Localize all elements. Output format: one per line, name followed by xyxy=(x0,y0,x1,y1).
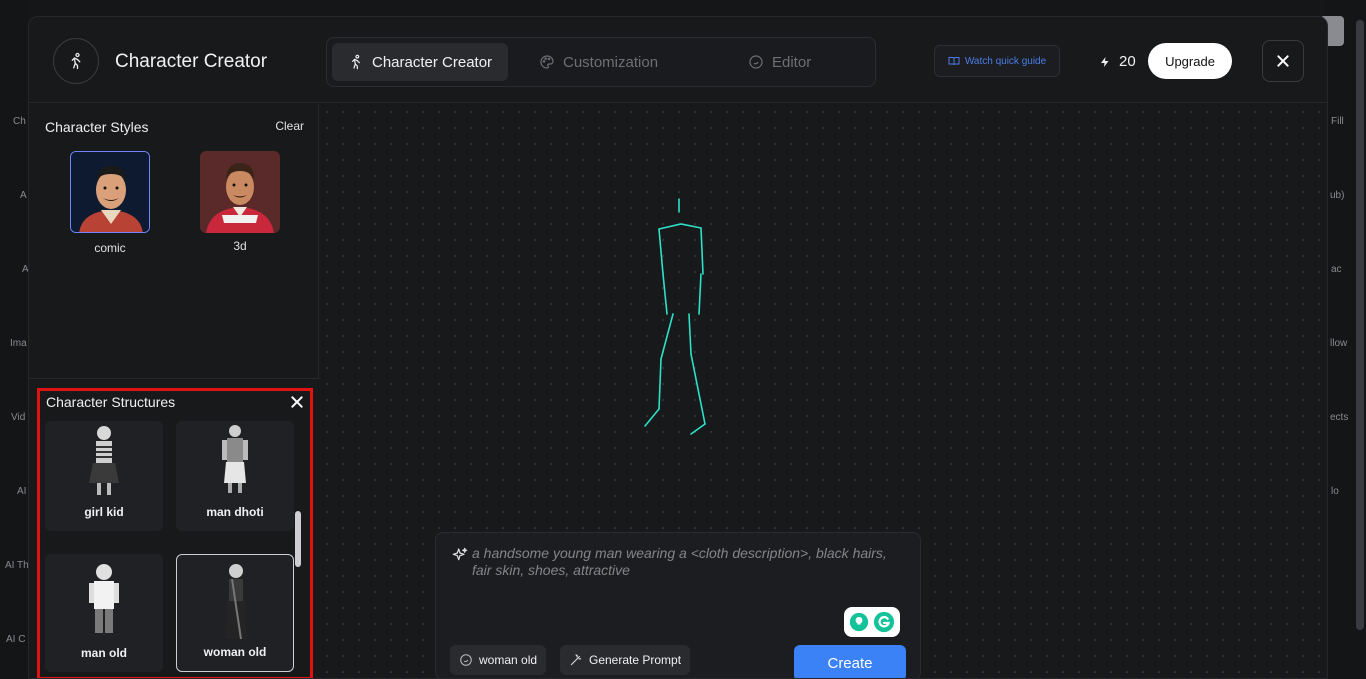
upgrade-button[interactable]: Upgrade xyxy=(1148,43,1232,79)
bg-right-label: ects xyxy=(1330,412,1349,423)
structure-label: woman old xyxy=(203,645,267,659)
close-icon xyxy=(1277,55,1289,67)
man-dhoti-figure xyxy=(222,425,248,493)
structure-label: man old xyxy=(80,646,127,660)
close-modal-button[interactable] xyxy=(1262,40,1304,82)
structure-card-woman-old[interactable]: woman old xyxy=(176,554,294,672)
close-icon xyxy=(291,396,303,408)
running-figure-icon xyxy=(352,54,360,70)
magic-wand-icon xyxy=(570,654,582,666)
style-label-3d: 3d xyxy=(233,239,247,253)
sparkle-icon xyxy=(452,547,468,561)
tab-customization[interactable]: Customization xyxy=(523,43,674,81)
structure-label: girl kid xyxy=(84,505,124,519)
watch-quick-guide-button[interactable]: Watch quick guide xyxy=(934,45,1060,77)
bg-right-label: llow xyxy=(1330,338,1348,349)
structure-card-man-dhoti[interactable]: man dhoti xyxy=(176,421,294,531)
grammarly-widget[interactable] xyxy=(844,607,900,637)
structures-scrollbar[interactable] xyxy=(295,511,301,567)
close-structures-button[interactable] xyxy=(290,395,304,414)
woman-old-figure xyxy=(225,564,247,640)
generate-prompt-label: Generate Prompt xyxy=(589,653,682,667)
style-card-comic[interactable] xyxy=(70,151,150,233)
comic-style-thumbnail xyxy=(71,152,149,232)
structure-chip-icon xyxy=(460,654,472,666)
left-panel: Character Styles Clear comic 3d Characte… xyxy=(29,104,319,678)
editor-icon xyxy=(749,55,763,69)
character-creator-modal: Character Creator Character Creator Cust… xyxy=(28,16,1328,679)
pose-skeleton[interactable] xyxy=(629,194,729,454)
structure-card-man-old[interactable]: man old xyxy=(45,554,163,672)
page-scrollbar[interactable] xyxy=(1356,20,1364,630)
structure-label: man dhoti xyxy=(206,505,264,519)
mode-tabs: Character Creator Customization Editor xyxy=(326,37,876,87)
style-card-3d[interactable] xyxy=(200,151,280,233)
bg-sidebar-label: AI C xyxy=(6,634,26,645)
modal-title: Character Creator xyxy=(115,51,268,72)
tab-label: Customization xyxy=(563,53,659,71)
structure-card-girl-kid[interactable]: girl kid xyxy=(45,421,163,531)
character-styles-title: Character Styles xyxy=(45,119,149,135)
tab-label: Character Creator xyxy=(372,53,493,71)
character-structures-title: Character Structures xyxy=(46,394,176,410)
credits-counter: 20 xyxy=(1099,53,1136,70)
modal-header: Character Creator Character Creator Cust… xyxy=(29,17,1327,103)
man-old-figure xyxy=(89,564,119,633)
girl-kid-figure xyxy=(89,426,119,495)
book-icon xyxy=(948,57,960,66)
lightning-icon xyxy=(1101,56,1109,67)
bg-sidebar-label: AI Th xyxy=(5,560,29,571)
bg-right-label: ac xyxy=(1331,264,1342,275)
generate-prompt-button[interactable]: Generate Prompt xyxy=(560,645,691,675)
style-label-comic: comic xyxy=(94,241,126,255)
palette-icon xyxy=(540,55,554,69)
bg-right-label: ub) xyxy=(1330,190,1345,201)
clear-styles-button[interactable]: Clear xyxy=(275,119,304,133)
bg-right-label: lo xyxy=(1331,486,1339,497)
3d-style-thumbnail xyxy=(200,151,280,233)
structure-chip-label: woman old xyxy=(479,653,538,667)
prompt-box[interactable]: a handsome young man wearing a <cloth de… xyxy=(435,532,921,678)
bg-sidebar-label: A xyxy=(20,190,27,201)
running-figure-icon xyxy=(53,38,99,84)
character-styles-panel: Character Styles Clear comic 3d xyxy=(29,104,319,379)
tab-character-creator[interactable]: Character Creator xyxy=(332,43,509,81)
bg-sidebar-label: AI xyxy=(17,486,27,497)
bg-sidebar-label: Ima xyxy=(10,338,27,349)
create-button[interactable]: Create xyxy=(794,645,906,678)
credits-value: 20 xyxy=(1119,53,1136,70)
page-scrollbar-thumb[interactable] xyxy=(1356,20,1364,630)
lightbulb-icon xyxy=(849,612,869,632)
bg-sidebar-label: Vid xyxy=(11,412,26,423)
character-structures-panel: Character Structures girl kid man dhoti … xyxy=(37,388,313,678)
guide-label: Watch quick guide xyxy=(964,55,1047,67)
pose-canvas[interactable]: a handsome young man wearing a <cloth de… xyxy=(319,104,1327,678)
grammarly-g-icon xyxy=(873,611,895,633)
bg-right-label: Fill xyxy=(1331,116,1344,127)
structure-chip[interactable]: woman old xyxy=(450,645,547,675)
bg-sidebar-label: Ch xyxy=(13,116,26,127)
tab-label: Editor xyxy=(772,53,812,71)
prompt-placeholder[interactable]: a handsome young man wearing a <cloth de… xyxy=(472,545,892,579)
tab-editor[interactable]: Editor xyxy=(732,43,827,81)
